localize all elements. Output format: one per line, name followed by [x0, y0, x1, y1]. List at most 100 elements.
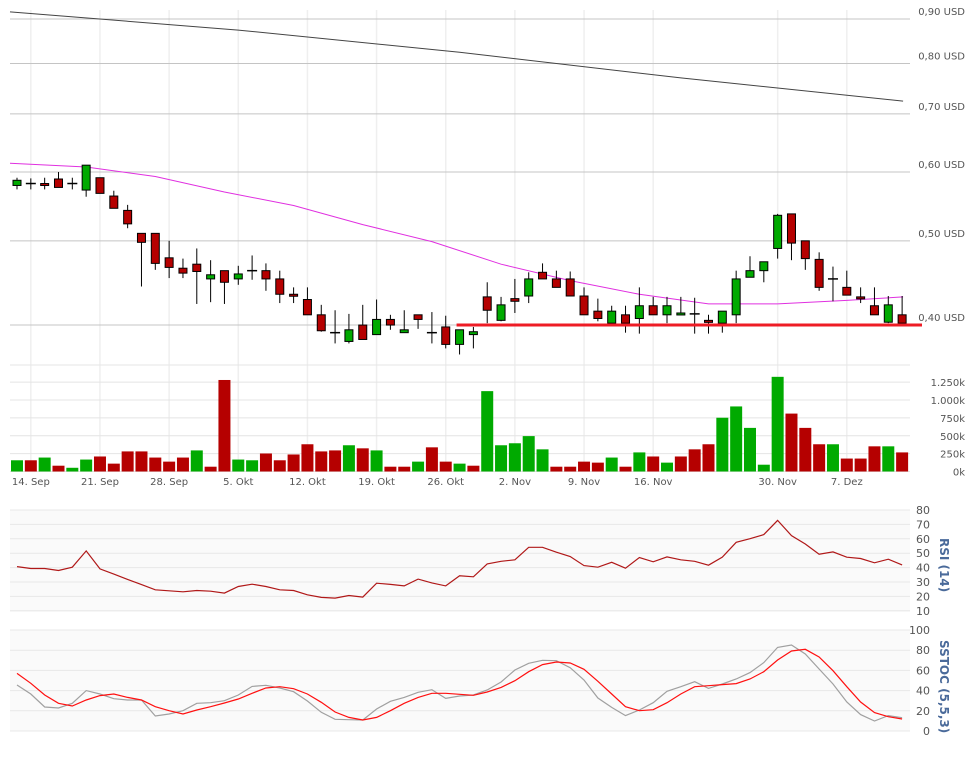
candle-body: [372, 318, 382, 336]
candle-body: [123, 209, 133, 225]
rsi-tick-label: 50: [916, 547, 930, 560]
volume-bar: [135, 451, 148, 472]
price-tick-label: 0,80 USD: [918, 51, 965, 62]
price-tick-label: 0,70 USD: [918, 102, 965, 113]
x-tick-label: 16. Nov: [634, 477, 673, 488]
volume-bar: [674, 456, 687, 472]
candle-body: [842, 286, 852, 296]
price-tick-label: 0,60 USD: [918, 160, 965, 171]
candle-body: [717, 310, 727, 324]
volume-bar: [149, 457, 162, 472]
candle-body: [800, 240, 810, 260]
volume-bar: [550, 466, 563, 472]
candle-body: [358, 324, 368, 340]
volume-bar: [176, 457, 189, 472]
volume-bar: [633, 452, 646, 472]
candle-body: [731, 278, 741, 316]
candle-body: [53, 178, 63, 188]
volume-bar: [591, 462, 604, 472]
volume-bar: [80, 459, 93, 472]
volume-tick-label: 0k: [953, 468, 965, 479]
volume-bar: [342, 445, 355, 472]
candle-body: [413, 314, 423, 320]
volume-bar: [508, 443, 521, 472]
candle-body: [482, 296, 492, 311]
rsi-tick-label: 20: [916, 590, 930, 603]
candle-body: [551, 278, 561, 288]
volume-bar: [52, 465, 65, 472]
candle-body: [192, 263, 202, 272]
x-tick-label: 5. Okt: [223, 477, 253, 488]
candle-body: [468, 331, 478, 336]
volume-bar: [356, 448, 369, 472]
candle-body: [538, 271, 548, 280]
volume-bar: [163, 461, 176, 472]
volume-bar: [536, 449, 549, 472]
rsi-tick-label: 40: [916, 562, 930, 575]
price-tick-label: 0,50 USD: [918, 229, 965, 240]
volume-bar: [799, 427, 812, 472]
candle-body: [150, 232, 160, 264]
volume-bar: [481, 391, 494, 472]
x-tick-label: 9. Nov: [568, 477, 600, 488]
candle-body: [510, 298, 520, 302]
candle-body: [773, 214, 783, 249]
volume-bar: [11, 460, 23, 472]
volume-bar: [190, 450, 203, 472]
candle-body: [648, 305, 658, 316]
volume-bar: [896, 452, 909, 472]
x-tick-label: 2. Nov: [499, 477, 531, 488]
candle-body: [441, 326, 451, 345]
candle-body: [621, 314, 631, 324]
candle-body: [399, 329, 409, 334]
candle-body: [883, 304, 893, 323]
volume-bar: [522, 436, 535, 472]
x-tick-label: 14. Sep: [12, 477, 50, 488]
volume-tick-label: 750k: [940, 414, 965, 425]
volume-bar: [218, 379, 231, 472]
x-tick-label: 7. Dez: [831, 477, 863, 488]
volume-bar: [204, 466, 217, 472]
volume-bar: [121, 451, 134, 472]
candle-body: [662, 305, 672, 316]
candle-body: [233, 273, 243, 280]
volume-bar: [107, 463, 120, 472]
volume-bar: [329, 450, 342, 472]
rsi-tick-label: 60: [916, 533, 930, 546]
candle-body: [12, 179, 22, 186]
volume-bar: [384, 466, 397, 472]
candle-body: [40, 183, 50, 187]
volume-tick-label: 250k: [940, 450, 965, 461]
candle-body: [814, 258, 824, 288]
volume-bar: [716, 417, 729, 472]
price-tick-label: 0,90 USD: [918, 7, 965, 18]
volume-bar: [315, 451, 328, 472]
volume-bar: [232, 459, 245, 472]
candle-body: [109, 195, 119, 209]
candle-body: [316, 314, 326, 332]
price-tick-label: 0,40 USD: [918, 313, 965, 324]
sstoc-tick-label: 20: [916, 705, 930, 718]
sstoc-tick-label: 60: [916, 664, 930, 677]
volume-bar: [882, 446, 895, 472]
volume-bar: [854, 458, 867, 472]
sstoc-tick-label: 100: [909, 624, 930, 637]
volume-bar: [439, 461, 452, 472]
candle-body: [219, 270, 229, 283]
volume-bar: [771, 376, 784, 472]
volume-bar: [24, 460, 37, 472]
candle-body: [565, 278, 575, 297]
candle-body: [261, 270, 271, 280]
long-moving-average-line: [9, 11, 904, 102]
rsi-tick-label: 10: [916, 605, 930, 618]
candle-body: [496, 304, 506, 321]
volume-bar: [453, 463, 466, 472]
volume-bar: [467, 465, 480, 472]
candle-body: [607, 310, 617, 324]
candle-body: [81, 164, 91, 191]
volume-bar: [425, 447, 438, 472]
volume-bar: [730, 406, 743, 472]
volume-bar: [412, 461, 425, 472]
volume-bar: [495, 445, 508, 472]
volume-bar: [647, 456, 660, 472]
